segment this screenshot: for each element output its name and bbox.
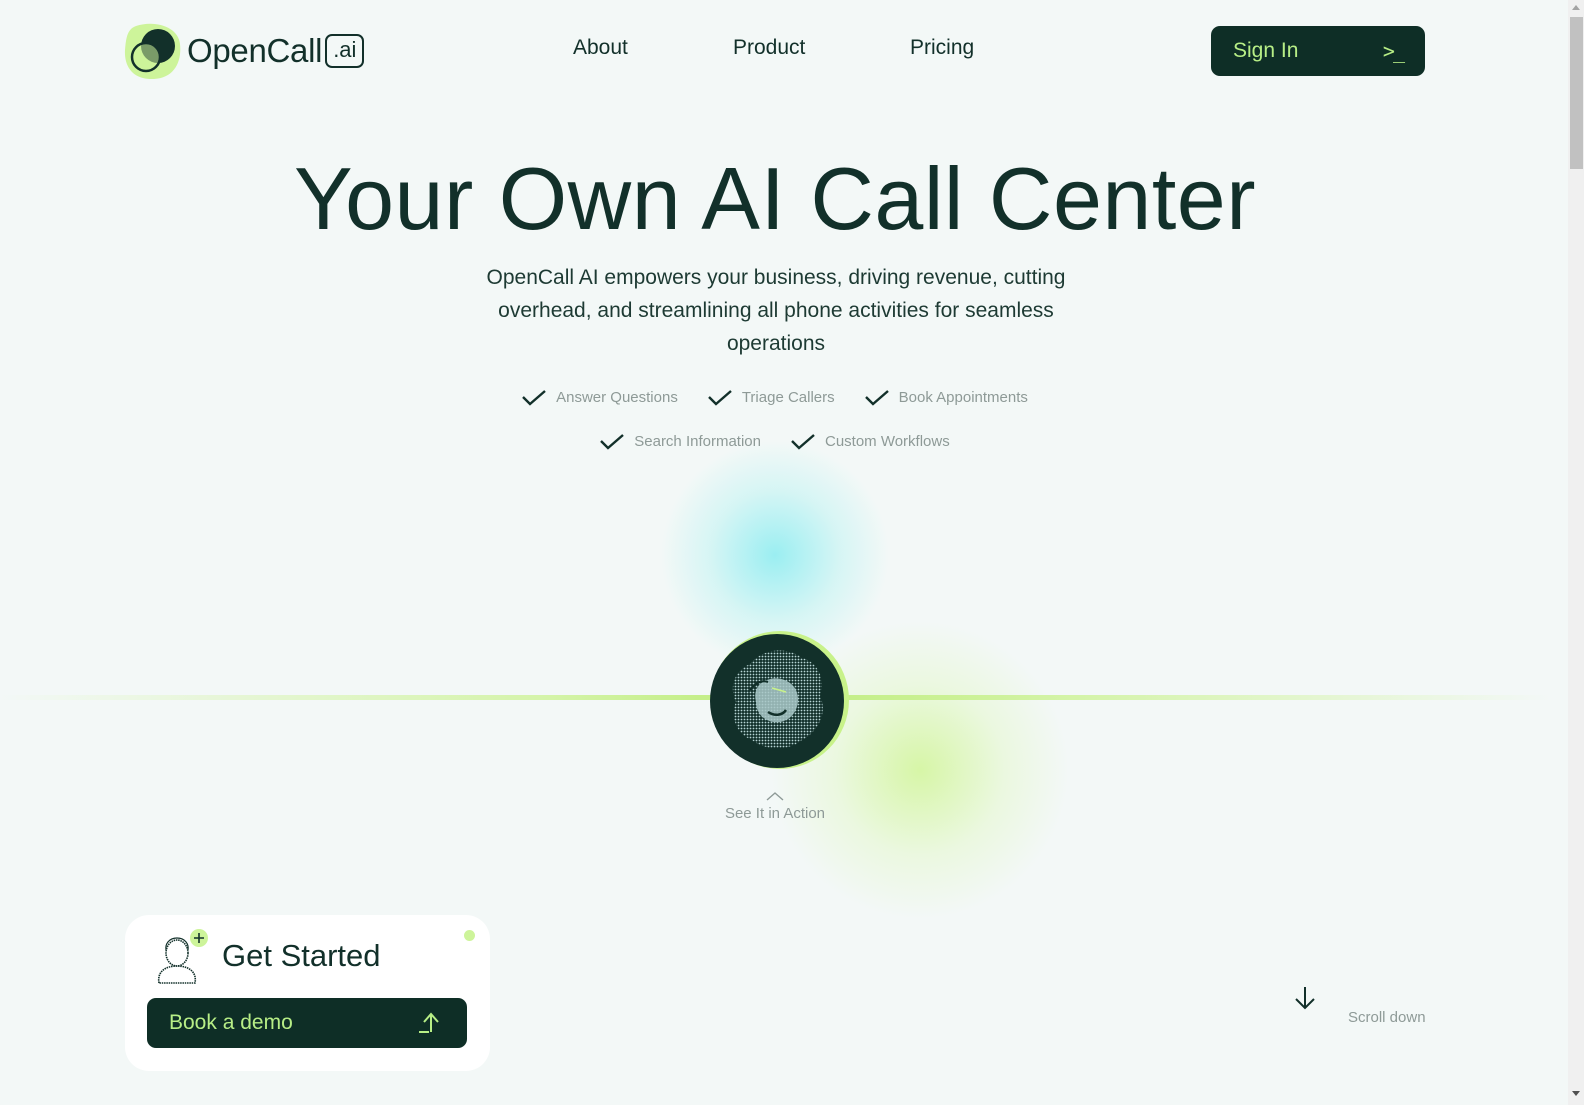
book-demo-button[interactable]: Book a demo: [147, 998, 467, 1048]
triangle-up-icon: [1572, 4, 1580, 10]
arrow-down-icon[interactable]: [1293, 985, 1317, 1011]
nav-about[interactable]: About: [573, 36, 628, 60]
feature-label: Book Appointments: [898, 389, 1028, 406]
status-dot: [464, 930, 475, 941]
hero-title: Your Own AI Call Center: [293, 149, 1257, 248]
terminal-prompt-icon: >_: [1382, 39, 1405, 63]
scroll-up-button[interactable]: [1568, 0, 1584, 14]
chevron-up-icon: [766, 792, 784, 801]
scroll-down-label[interactable]: Scroll down: [1348, 1009, 1426, 1026]
scrollbar-thumb[interactable]: [1570, 17, 1583, 169]
landing-page: OpenCall .ai About Product Pricing Sign …: [0, 0, 1568, 1105]
ai-voice-orb[interactable]: [710, 634, 844, 768]
sign-in-label: Sign In: [1233, 39, 1299, 62]
arrow-up-icon: [419, 1012, 439, 1033]
sign-in-button[interactable]: Sign In >_: [1211, 26, 1425, 76]
feature-label: Triage Callers: [741, 389, 835, 406]
get-started-card: Get Started Book a demo: [125, 915, 490, 1071]
check-icon: [522, 389, 546, 406]
feature-item: Book Appointments: [864, 389, 1028, 406]
nav-pricing[interactable]: Pricing: [910, 36, 974, 60]
feature-label: Answer Questions: [556, 389, 678, 406]
feature-label: Custom Workflows: [824, 433, 950, 450]
agent-avatar-icon: [157, 929, 208, 984]
check-icon: [707, 389, 732, 406]
logo[interactable]: OpenCall .ai: [124, 22, 365, 80]
feature-item: Answer Questions: [522, 389, 678, 406]
book-demo-label: Book a demo: [169, 1011, 293, 1034]
check-icon: [864, 389, 889, 406]
feature-item: Triage Callers: [707, 389, 835, 406]
logo-text: OpenCall: [187, 32, 323, 69]
triangle-down-icon: [1572, 1090, 1580, 1096]
logo-badge: .ai: [325, 34, 365, 68]
orb-mesh-icon: [732, 650, 823, 749]
nav-product[interactable]: Product: [733, 36, 805, 60]
see-it-in-action-link[interactable]: See It in Action: [0, 790, 1550, 822]
see-it-in-action-label: See It in Action: [724, 805, 826, 822]
vertical-scrollbar[interactable]: [1568, 0, 1584, 1105]
check-icon: [600, 433, 625, 450]
feature-row-1: Answer Questions Triage Callers Book App…: [0, 389, 1550, 406]
scroll-down-button[interactable]: [1568, 1086, 1584, 1100]
logo-mark-icon: [124, 23, 181, 80]
get-started-title: Get Started: [222, 938, 381, 973]
hero-subtitle: OpenCall AI empowers your business, driv…: [486, 266, 1066, 355]
